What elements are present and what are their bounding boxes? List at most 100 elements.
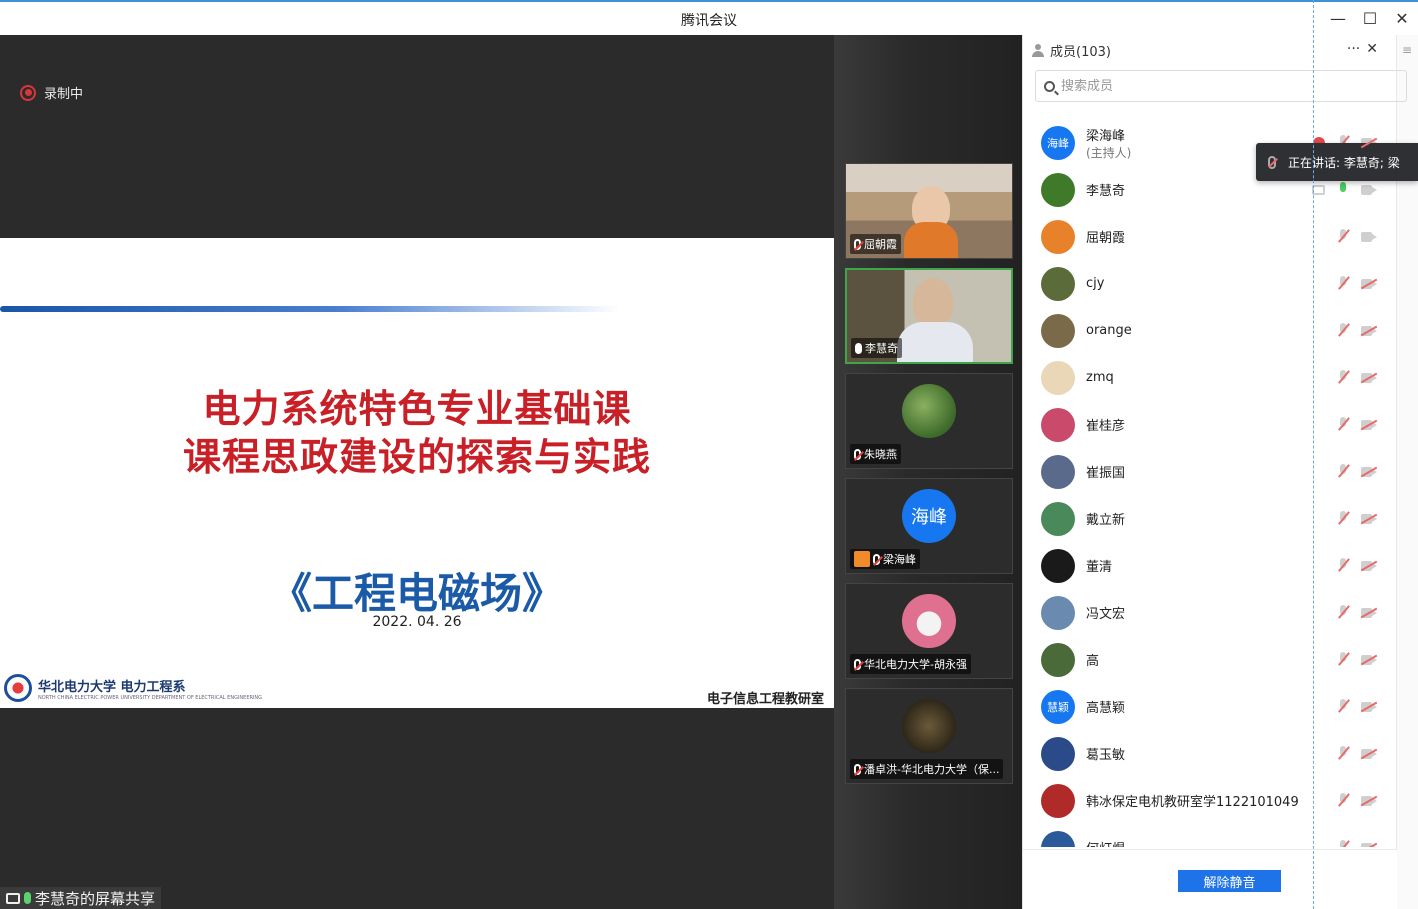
slide-date: 2022. 04. 26: [372, 614, 462, 630]
camera-off-icon[interactable]: [1360, 372, 1378, 383]
mic-muted-icon[interactable]: [1337, 511, 1349, 526]
mic-muted-icon[interactable]: [1337, 323, 1349, 338]
recording-indicator: 录制中: [20, 83, 83, 102]
member-name: orange: [1086, 323, 1132, 338]
close-button[interactable]: ✕: [1386, 2, 1418, 35]
screen-share-area: 录制中 电力系统特色专业基础课 课程思政建设的探索与实践 《工程电磁场》 202…: [0, 35, 834, 909]
video-tile-name: 潘卓洪-华北电力大学（保...: [864, 763, 1000, 776]
window-controls: — ☐ ✕: [1322, 2, 1418, 35]
camera-off-icon[interactable]: [1360, 560, 1378, 571]
maximize-button[interactable]: ☐: [1354, 2, 1386, 35]
camera-off-icon[interactable]: [1360, 654, 1378, 665]
camera-off-icon[interactable]: [1360, 748, 1378, 759]
camera-off-icon[interactable]: [1360, 278, 1378, 289]
member-row[interactable]: 屈朝霞: [1023, 213, 1397, 260]
camera-icon[interactable]: [1361, 231, 1377, 242]
mic-muted-icon[interactable]: [1337, 417, 1349, 432]
video-tile-name: 屈朝霞: [864, 238, 897, 251]
minimize-button[interactable]: —: [1322, 2, 1354, 35]
member-row[interactable]: 何灯煜: [1023, 824, 1397, 847]
video-tile[interactable]: 潘卓洪-华北电力大学（保...: [845, 688, 1013, 784]
member-row[interactable]: cjy: [1023, 260, 1397, 307]
avatar: [1041, 783, 1075, 818]
video-tile[interactable]: 华北电力大学-胡永强: [845, 583, 1013, 679]
member-row[interactable]: zmq: [1023, 354, 1397, 401]
member-row[interactable]: 慧颖 高慧颖: [1023, 683, 1397, 730]
mic-muted-icon[interactable]: [1337, 229, 1349, 244]
member-name: 崔桂彦: [1086, 419, 1126, 434]
avatar: [1041, 595, 1075, 630]
member-search[interactable]: [1035, 70, 1407, 102]
avatar: [902, 594, 956, 648]
member-row[interactable]: 冯文宏: [1023, 589, 1397, 636]
camera-off-icon[interactable]: [1360, 795, 1378, 806]
close-panel-button[interactable]: ✕: [1366, 41, 1378, 57]
member-row[interactable]: 崔振国: [1023, 448, 1397, 495]
avatar: [1041, 360, 1075, 395]
member-name: zmq: [1086, 370, 1114, 385]
member-name: 冯文宏: [1086, 607, 1126, 622]
avatar: [1041, 736, 1075, 771]
mic-muted-icon[interactable]: [1337, 464, 1349, 479]
divider: [1313, 0, 1314, 909]
member-row[interactable]: 韩冰保定电机教研室学1122101049: [1023, 777, 1397, 824]
slide-decor-line: [0, 306, 620, 312]
member-role: (主持人): [1086, 145, 1132, 160]
university-logo-text: 华北电力大学 电力工程系: [38, 679, 186, 695]
camera-off-icon[interactable]: [1360, 842, 1378, 847]
member-row[interactable]: 戴立新: [1023, 495, 1397, 542]
mic-on-icon[interactable]: [1337, 182, 1349, 197]
camera-off-icon[interactable]: [1360, 513, 1378, 524]
search-icon: [1044, 80, 1055, 92]
mic-muted-icon[interactable]: [1337, 370, 1349, 385]
member-name: 崔振国: [1086, 466, 1126, 481]
mic-muted-icon[interactable]: [1337, 746, 1349, 761]
member-name: 高慧颖: [1086, 701, 1126, 716]
video-tile[interactable]: 李慧奇: [845, 268, 1013, 364]
mic-muted-icon[interactable]: [1337, 699, 1349, 714]
member-name: 何灯煜: [1086, 842, 1125, 847]
avatar: [1041, 501, 1075, 536]
mic-muted-icon: [854, 658, 861, 670]
search-input[interactable]: [1061, 78, 1361, 94]
member-row[interactable]: 高: [1023, 636, 1397, 683]
member-name: 戴立新: [1086, 513, 1126, 528]
avatar: [902, 384, 956, 438]
avatar: [1041, 172, 1075, 207]
member-row[interactable]: 董清: [1023, 542, 1397, 589]
member-name: 梁海峰: [1086, 128, 1126, 144]
mic-muted-icon[interactable]: [1337, 605, 1349, 620]
mic-muted-icon[interactable]: [1337, 276, 1349, 291]
member-row[interactable]: 崔桂彦: [1023, 401, 1397, 448]
more-options-button[interactable]: ···: [1347, 41, 1360, 57]
mic-muted-icon: [873, 553, 880, 565]
mic-muted-icon[interactable]: [1337, 652, 1349, 667]
avatar: 海峰: [1041, 125, 1075, 160]
video-tile[interactable]: 朱晓燕: [845, 373, 1013, 469]
menu-icon[interactable]: ≡: [1402, 43, 1412, 57]
screen-share-label: 李慧奇的屏幕共享: [0, 887, 162, 909]
university-logo-subtext: NORTH CHINA ELECTRIC POWER UNIVERSITY DE…: [38, 694, 263, 701]
camera-off-icon[interactable]: [1360, 325, 1378, 336]
avatar: [1041, 219, 1075, 254]
avatar: [1041, 642, 1075, 677]
avatar: [1041, 548, 1075, 583]
camera-off-icon[interactable]: [1360, 419, 1378, 430]
camera-off-icon[interactable]: [1360, 466, 1378, 477]
slide-title-line2: 课程思政建设的探索与实践: [182, 435, 651, 479]
member-row[interactable]: orange: [1023, 307, 1397, 354]
camera-off-icon[interactable]: [1360, 607, 1378, 618]
camera-off-icon[interactable]: [1360, 701, 1378, 712]
recording-label: 录制中: [44, 87, 84, 102]
member-row[interactable]: 葛玉敏: [1023, 730, 1397, 777]
mic-muted-icon[interactable]: [1337, 558, 1349, 573]
camera-icon[interactable]: [1361, 184, 1377, 195]
unmute-all-button[interactable]: 解除静音: [1178, 870, 1281, 892]
video-tile[interactable]: 海峰 梁海峰: [845, 478, 1013, 574]
speaking-banner: 正在讲话: 李慧奇; 梁: [1256, 143, 1418, 181]
mic-muted-icon[interactable]: [1337, 793, 1349, 808]
member-name: 李慧奇: [1086, 184, 1126, 199]
video-tile[interactable]: 屈朝霞: [845, 163, 1013, 259]
university-logo: 华北电力大学 电力工程系 NORTH CHINA ELECTRIC POWER …: [4, 674, 262, 702]
mic-muted-icon[interactable]: [1337, 840, 1349, 847]
